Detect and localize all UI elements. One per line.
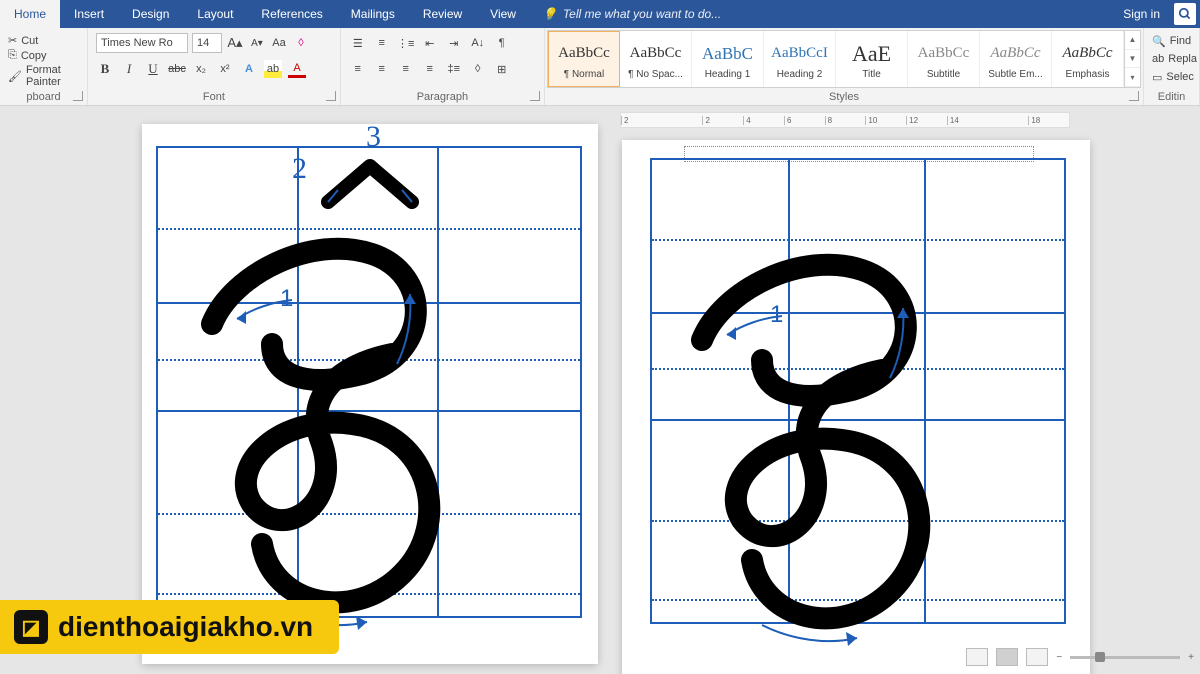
select-icon: ▭ bbox=[1152, 71, 1162, 84]
multilevel-button[interactable]: ⋮≡ bbox=[397, 34, 415, 52]
styles-dialog-launcher[interactable] bbox=[1129, 91, 1139, 101]
copy-button[interactable]: ⎘Copy bbox=[8, 49, 96, 62]
strikethrough-button[interactable]: abc bbox=[168, 60, 186, 78]
tab-home[interactable]: Home bbox=[0, 0, 60, 28]
shrink-font-button[interactable]: A▾ bbox=[248, 34, 266, 52]
styles-gallery[interactable]: AaBbCc¶ Normal AaBbCc¶ No Spac... AaBbCH… bbox=[547, 30, 1141, 88]
change-case-button[interactable]: Aa bbox=[270, 34, 288, 52]
style-heading2[interactable]: AaBbCcIHeading 2 bbox=[764, 31, 836, 87]
editing-group-label: Editin bbox=[1144, 91, 1199, 103]
zoom-slider[interactable] bbox=[1070, 656, 1180, 659]
bullets-button[interactable]: ☰ bbox=[349, 34, 367, 52]
highlight-button[interactable]: ab bbox=[264, 60, 282, 78]
print-layout-button[interactable] bbox=[996, 648, 1018, 666]
svg-text:1: 1 bbox=[770, 301, 783, 328]
web-layout-button[interactable] bbox=[1026, 648, 1048, 666]
style-subtleem[interactable]: AaBbCcSubtle Em... bbox=[980, 31, 1052, 87]
ribbon: ✂Cut ⎘Copy 🖌Format Painter pboard Times … bbox=[0, 28, 1200, 106]
font-dialog-launcher[interactable] bbox=[326, 91, 336, 101]
stroke-number-1: 1 bbox=[280, 285, 293, 312]
shading-button[interactable]: ◊ bbox=[469, 60, 487, 78]
lightbulb-icon: 💡 bbox=[542, 7, 557, 21]
tab-mailings[interactable]: Mailings bbox=[337, 0, 409, 28]
style-normal[interactable]: AaBbCc¶ Normal bbox=[548, 31, 620, 87]
tab-layout[interactable]: Layout bbox=[183, 0, 247, 28]
tell-me-search[interactable]: 💡 Tell me what you want to do... bbox=[530, 7, 1109, 21]
replace-button[interactable]: abRepla bbox=[1152, 50, 1191, 68]
zoom-in-button[interactable]: + bbox=[1188, 652, 1194, 663]
font-group-label: Font bbox=[88, 91, 340, 103]
brush-icon: 🖌 bbox=[8, 70, 22, 83]
align-left-button[interactable]: ≡ bbox=[349, 60, 367, 78]
style-heading1[interactable]: AaBbCHeading 1 bbox=[692, 31, 764, 87]
style-nospacing[interactable]: AaBbCc¶ No Spac... bbox=[620, 31, 692, 87]
style-subtitle[interactable]: AaBbCcSubtitle bbox=[908, 31, 980, 87]
tab-view[interactable]: View bbox=[476, 0, 530, 28]
styles-more-button[interactable]: ▲▼▾ bbox=[1124, 31, 1140, 87]
styles-group-label: Styles bbox=[545, 91, 1143, 103]
find-icon: 🔍 bbox=[1152, 35, 1166, 48]
zoom-out-button[interactable]: − bbox=[1056, 652, 1062, 663]
show-marks-button[interactable]: ¶ bbox=[493, 34, 511, 52]
copy-icon: ⎘ bbox=[8, 49, 17, 62]
style-emphasis[interactable]: AaBbCcEmphasis bbox=[1052, 31, 1124, 87]
underline-button[interactable]: U bbox=[144, 60, 162, 78]
letter-e-hat-drawing: 1 bbox=[142, 124, 598, 664]
format-painter-button[interactable]: 🖌Format Painter bbox=[8, 64, 96, 88]
decrease-indent-button[interactable]: ⇤ bbox=[421, 34, 439, 52]
letter-e-drawing: 1 bbox=[622, 140, 1090, 674]
italic-button[interactable]: I bbox=[120, 60, 138, 78]
grow-font-button[interactable]: A▴ bbox=[226, 34, 244, 52]
bold-button[interactable]: B bbox=[96, 60, 114, 78]
cut-button[interactable]: ✂Cut bbox=[8, 34, 96, 47]
document-area[interactable]: 3 2 1 bbox=[0, 106, 1200, 674]
tab-insert[interactable]: Insert bbox=[60, 0, 118, 28]
tab-references[interactable]: References bbox=[247, 0, 336, 28]
font-color-button[interactable]: A bbox=[288, 60, 306, 78]
clear-formatting-button[interactable]: ◊ bbox=[292, 34, 310, 52]
search-icon[interactable] bbox=[1174, 3, 1196, 25]
read-mode-button[interactable] bbox=[966, 648, 988, 666]
font-size-combo[interactable]: 14 bbox=[192, 33, 222, 53]
sign-in-link[interactable]: Sign in bbox=[1109, 7, 1174, 21]
watermark-logo: ◪ dienthoaigiakho.vn bbox=[0, 600, 339, 654]
superscript-button[interactable]: x² bbox=[216, 60, 234, 78]
paragraph-dialog-launcher[interactable] bbox=[530, 91, 540, 101]
align-center-button[interactable]: ≡ bbox=[373, 60, 391, 78]
font-name-combo[interactable]: Times New Ro bbox=[96, 33, 188, 53]
select-button[interactable]: ▭Selec bbox=[1152, 68, 1191, 86]
replace-icon: ab bbox=[1152, 53, 1164, 65]
subscript-button[interactable]: x₂ bbox=[192, 60, 210, 78]
tab-review[interactable]: Review bbox=[409, 0, 476, 28]
menu-tabs: Home Insert Design Layout References Mai… bbox=[0, 0, 1200, 28]
justify-button[interactable]: ≡ bbox=[421, 60, 439, 78]
find-button[interactable]: 🔍Find bbox=[1152, 32, 1191, 50]
increase-indent-button[interactable]: ⇥ bbox=[445, 34, 463, 52]
sort-button[interactable]: A↓ bbox=[469, 34, 487, 52]
tab-design[interactable]: Design bbox=[118, 0, 183, 28]
page-left: 3 2 1 bbox=[142, 124, 598, 664]
clipboard-dialog-launcher[interactable] bbox=[73, 91, 83, 101]
scissors-icon: ✂ bbox=[8, 34, 17, 47]
style-title[interactable]: AaETitle bbox=[836, 31, 908, 87]
align-right-button[interactable]: ≡ bbox=[397, 60, 415, 78]
borders-button[interactable]: ⊞ bbox=[493, 60, 511, 78]
numbering-button[interactable]: ≡ bbox=[373, 34, 391, 52]
paragraph-group-label: Paragraph bbox=[341, 91, 544, 103]
status-bar: − + bbox=[966, 648, 1194, 666]
page-right: 1 bbox=[622, 140, 1090, 674]
horizontal-ruler[interactable]: 2 24 68 1012 14 18 bbox=[620, 112, 1070, 128]
line-spacing-button[interactable]: ‡≡ bbox=[445, 60, 463, 78]
text-effects-button[interactable]: A bbox=[240, 60, 258, 78]
logo-icon: ◪ bbox=[14, 610, 48, 644]
